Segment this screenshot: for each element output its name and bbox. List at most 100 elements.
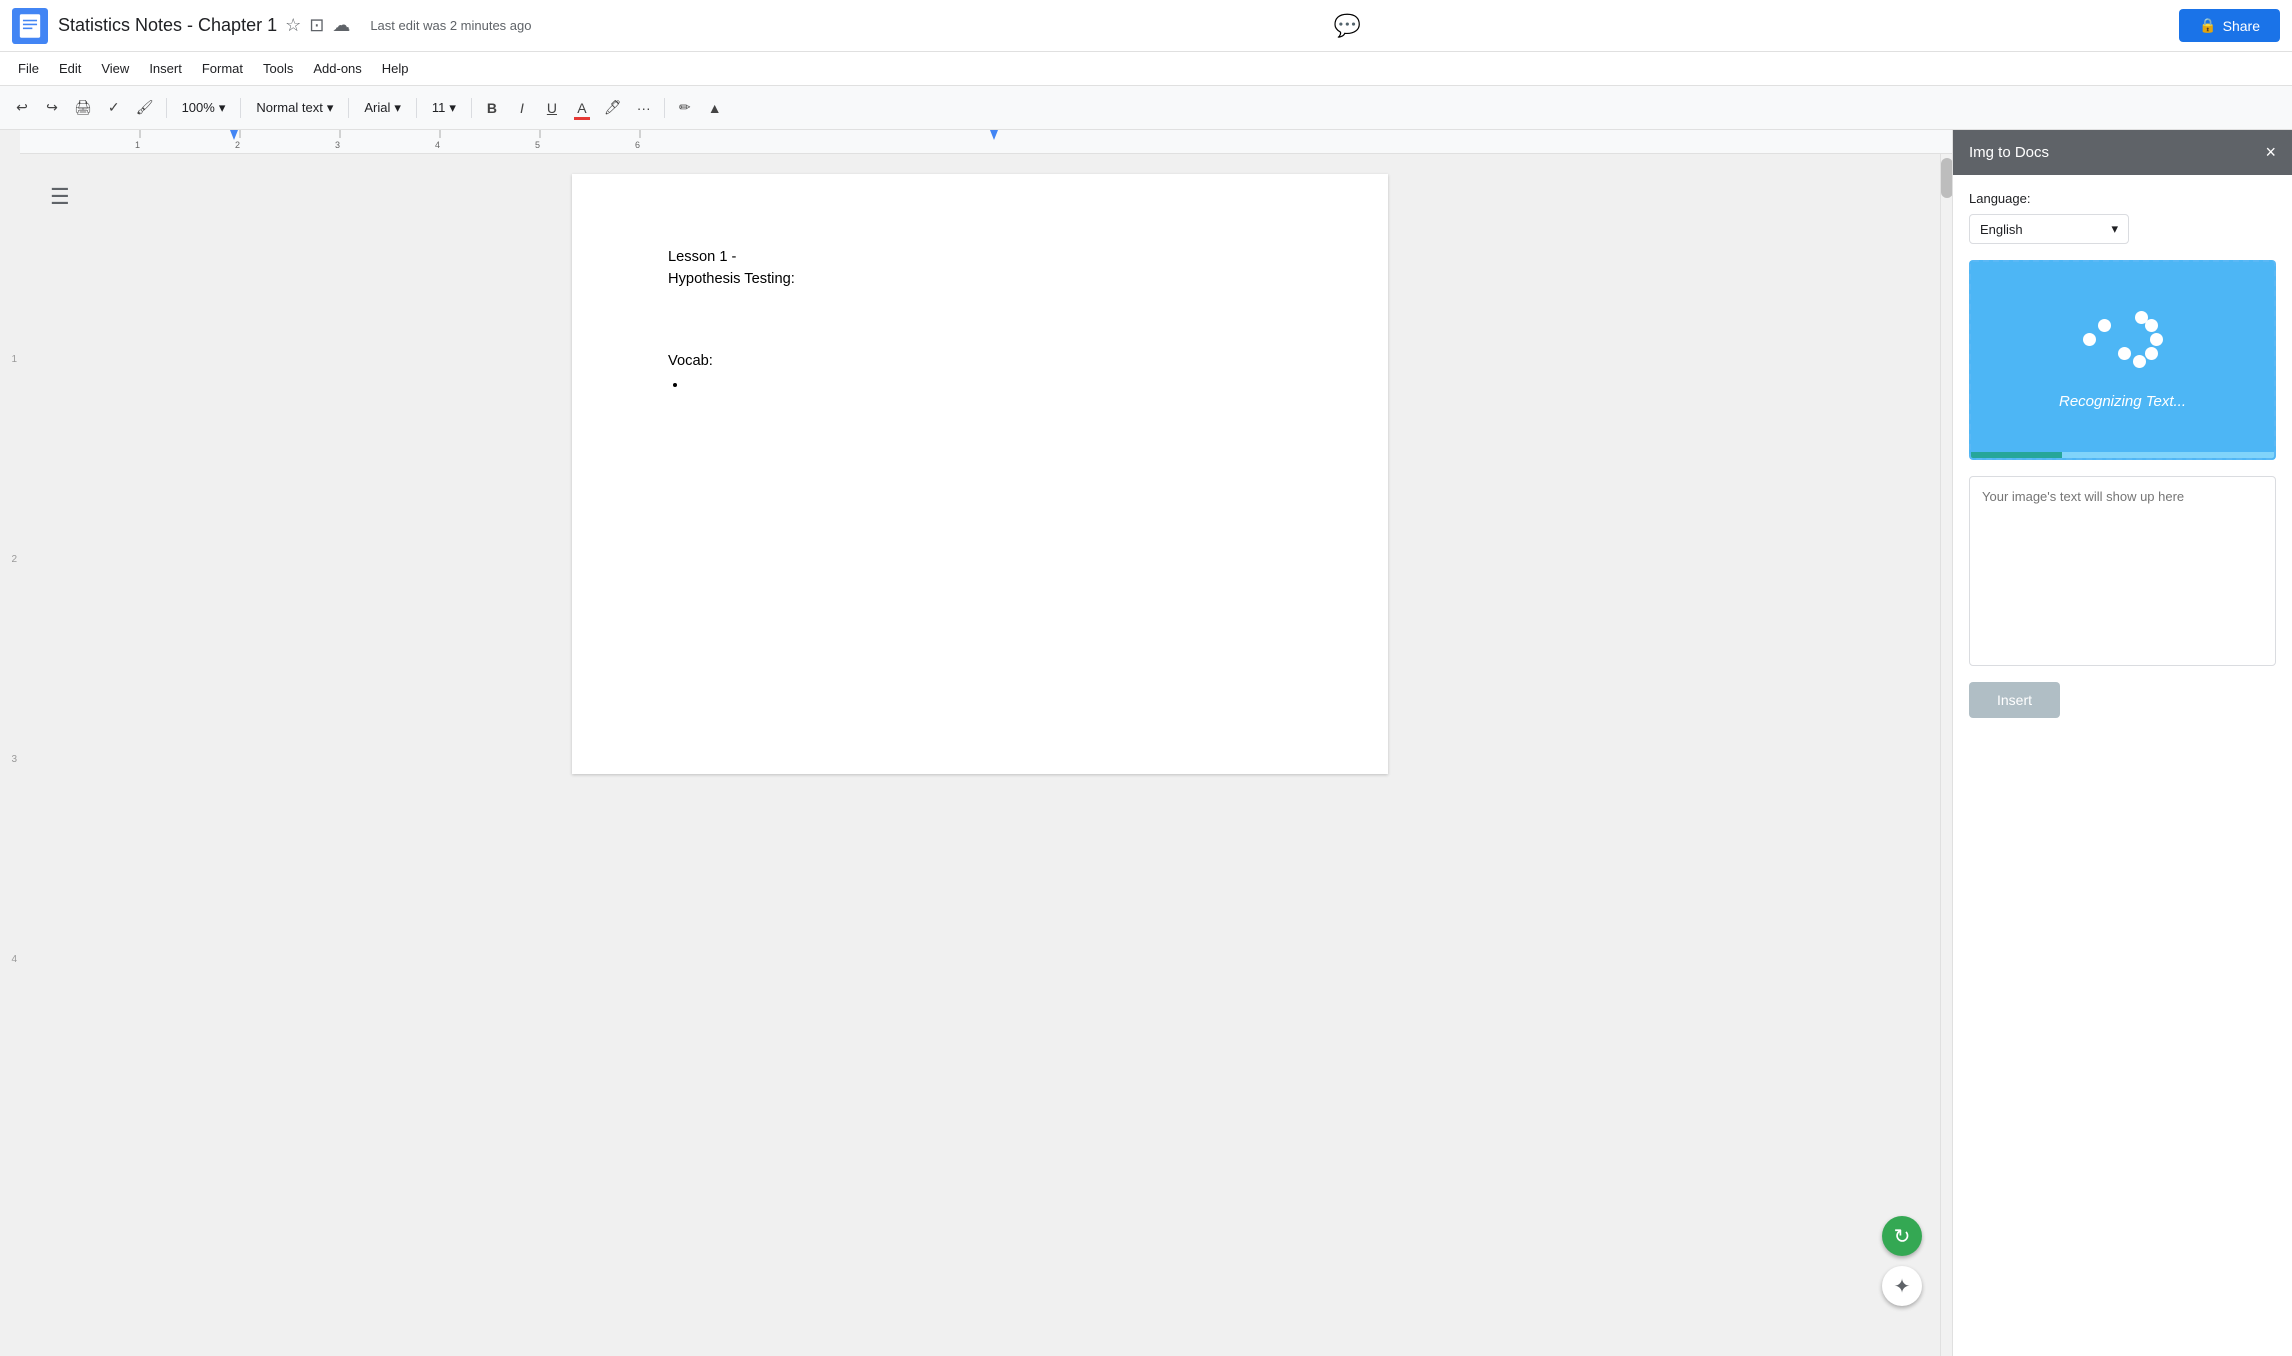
- dot-2: [2145, 319, 2158, 332]
- panel-header: Img to Docs ×: [1953, 130, 2292, 175]
- edit-mode-button[interactable]: ✏: [671, 93, 699, 123]
- dot-7: [2083, 333, 2096, 346]
- highlight-button[interactable]: 🖊: [598, 93, 628, 123]
- scroll-thumb[interactable]: [1941, 158, 1952, 198]
- separator-4: [416, 98, 417, 118]
- ruler: 1 2 3 4 5 6: [20, 130, 1952, 154]
- language-value: English: [1980, 222, 2023, 237]
- separator-1: [166, 98, 167, 118]
- font-size-dropdown[interactable]: 11 ▾: [423, 93, 465, 123]
- italic-button[interactable]: I: [508, 93, 536, 123]
- line-num-3: 3: [11, 754, 17, 765]
- comments-icon[interactable]: 💬: [1334, 13, 1361, 39]
- lesson-title-line1: Lesson 1 -: [668, 246, 1292, 268]
- doc-scroll-area: 1 2 3 4 ☰ Lesson 1 - Hypothesis Testing:…: [0, 154, 1952, 1356]
- insert-button[interactable]: Insert: [1969, 682, 2060, 718]
- style-chevron: ▾: [327, 100, 334, 116]
- menu-format[interactable]: Format: [192, 57, 253, 80]
- star-icon[interactable]: ☆: [285, 15, 301, 36]
- fab-refresh[interactable]: ↻: [1882, 1216, 1922, 1256]
- menu-addons[interactable]: Add-ons: [303, 57, 371, 80]
- menu-edit[interactable]: Edit: [49, 57, 91, 80]
- share-button[interactable]: 🔒 Share: [2179, 9, 2280, 42]
- dot-3: [2150, 333, 2163, 346]
- progress-bar-container: [1971, 452, 2274, 458]
- menu-view[interactable]: View: [91, 57, 139, 80]
- text-output[interactable]: [1969, 476, 2276, 666]
- font-dropdown[interactable]: Arial ▾: [355, 93, 410, 123]
- text-color-button[interactable]: A: [568, 93, 596, 123]
- menu-file[interactable]: File: [8, 57, 49, 80]
- zoom-dropdown[interactable]: 100% ▾: [173, 93, 235, 123]
- svg-text:6: 6: [635, 140, 640, 150]
- top-bar-icons: ☆ ⊡ ☁: [285, 15, 350, 36]
- line-num-1: 1: [11, 354, 17, 365]
- loading-spinner: [2083, 311, 2163, 381]
- line-num-4: 4: [11, 954, 17, 965]
- ruler-svg: 1 2 3 4 5 6: [20, 130, 1952, 153]
- toolbar: ↩ ↪ 🖨 ✓ 🖌 100% ▾ Normal text ▾ Arial ▾ 1…: [0, 86, 2292, 130]
- fab-add[interactable]: ✦: [1882, 1266, 1922, 1306]
- language-select[interactable]: English ▾: [1969, 214, 2129, 244]
- paint-format-button[interactable]: 🖌: [130, 93, 160, 123]
- docs-icon: [12, 8, 48, 44]
- font-chevron: ▾: [394, 100, 401, 116]
- document-page: Lesson 1 - Hypothesis Testing: Vocab:: [572, 174, 1388, 774]
- underline-button[interactable]: U: [538, 93, 566, 123]
- lock-icon: 🔒: [2199, 17, 2216, 34]
- left-numbers: 1 2 3 4: [0, 154, 20, 1356]
- undo-button[interactable]: ↩: [8, 93, 36, 123]
- dot-5: [2133, 355, 2146, 368]
- size-chevron: ▾: [449, 100, 456, 116]
- redo-button[interactable]: ↪: [38, 93, 66, 123]
- separator-6: [664, 98, 665, 118]
- zoom-chevron: ▾: [219, 100, 226, 116]
- vocab-list: [688, 374, 1292, 396]
- separator-2: [240, 98, 241, 118]
- menu-insert[interactable]: Insert: [139, 57, 192, 80]
- lesson-title-line2: Hypothesis Testing:: [668, 268, 1292, 290]
- dot-6: [2118, 347, 2131, 360]
- ruler-inner: 1 2 3 4 5 6: [20, 130, 1952, 153]
- line-num-2: 2: [11, 554, 17, 565]
- vocab-section: Vocab:: [668, 350, 1292, 396]
- top-bar: Statistics Notes - Chapter 1 ☆ ⊡ ☁ Last …: [0, 0, 2292, 52]
- document-area: ☰ Lesson 1 - Hypothesis Testing: Vocab:: [20, 154, 1940, 1356]
- separator-5: [471, 98, 472, 118]
- menu-help[interactable]: Help: [372, 57, 419, 80]
- svg-text:4: 4: [435, 140, 440, 150]
- dot-8: [2098, 319, 2111, 332]
- language-chevron: ▾: [2111, 221, 2118, 237]
- panel-body: Language: English ▾ Recognizing: [1953, 175, 2292, 1356]
- cloud-icon[interactable]: ☁: [332, 15, 350, 36]
- vocab-label: Vocab:: [668, 350, 1292, 372]
- progress-bar: [1971, 452, 2062, 458]
- svg-text:5: 5: [535, 140, 540, 150]
- print-button[interactable]: 🖨: [68, 93, 98, 123]
- svg-text:3: 3: [335, 140, 340, 150]
- more-button[interactable]: ···: [630, 93, 658, 123]
- svg-text:1: 1: [135, 140, 140, 150]
- menu-bar: File Edit View Insert Format Tools Add-o…: [0, 52, 2292, 86]
- dot-4: [2145, 347, 2158, 360]
- vocab-item-1: [688, 374, 1292, 396]
- last-edit: Last edit was 2 minutes ago: [370, 18, 531, 33]
- right-panel: Img to Docs × Language: English ▾: [1952, 130, 2292, 1356]
- chevron-up-button[interactable]: ▲: [701, 93, 729, 123]
- menu-tools[interactable]: Tools: [253, 57, 303, 80]
- toc-icon[interactable]: ☰: [50, 184, 70, 210]
- panel-title: Img to Docs: [1969, 144, 2049, 161]
- recognizing-text: Recognizing Text...: [2059, 393, 2186, 410]
- language-label: Language:: [1969, 191, 2276, 206]
- svg-text:2: 2: [235, 140, 240, 150]
- image-preview[interactable]: Recognizing Text...: [1969, 260, 2276, 460]
- scrollbar[interactable]: [1940, 154, 1952, 1356]
- spellcheck-button[interactable]: ✓: [100, 93, 128, 123]
- separator-3: [348, 98, 349, 118]
- close-button[interactable]: ×: [2265, 142, 2276, 163]
- text-style-dropdown[interactable]: Normal text ▾: [247, 93, 342, 123]
- bold-button[interactable]: B: [478, 93, 506, 123]
- folder-icon[interactable]: ⊡: [309, 15, 324, 36]
- main-layout: 1 2 3 4 5 6 1: [0, 130, 2292, 1356]
- page-content: Lesson 1 - Hypothesis Testing: Vocab:: [668, 246, 1292, 396]
